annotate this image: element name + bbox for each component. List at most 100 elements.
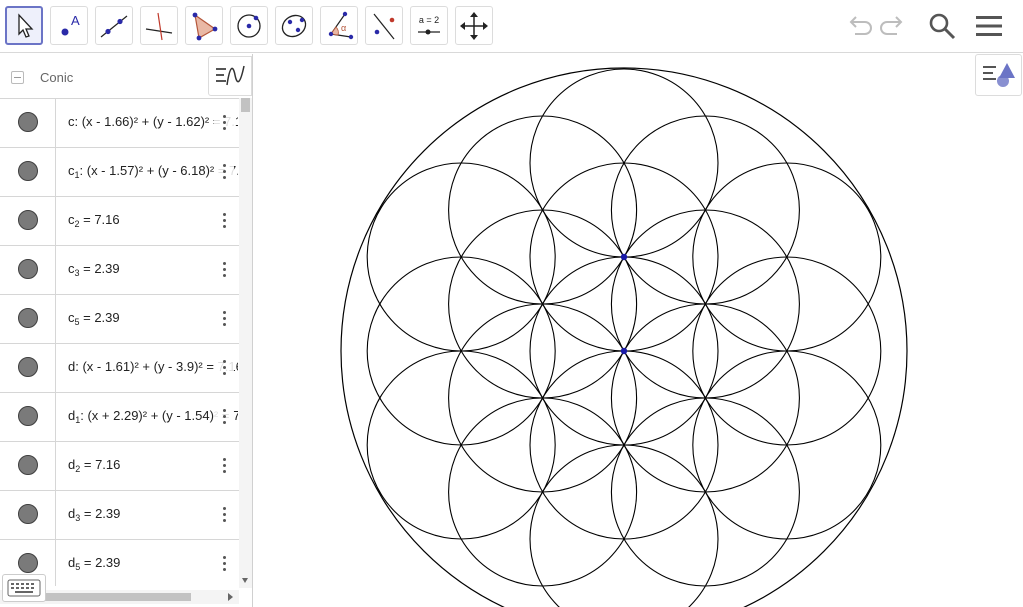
svg-text:α: α <box>341 23 346 33</box>
line-tool-button[interactable] <box>95 6 133 45</box>
toggle-graphics-view-button[interactable] <box>208 56 252 96</box>
more-vertical-icon <box>222 310 226 326</box>
svg-text:A: A <box>71 13 80 28</box>
visibility-cell <box>0 393 56 442</box>
main-menu-button[interactable] <box>971 8 1007 44</box>
row-more-button[interactable] <box>214 357 234 377</box>
algebra-row[interactable]: d2 = 7.16 <box>0 441 239 491</box>
more-vertical-icon <box>222 555 226 571</box>
object-definition[interactable]: d: (x - 1.61)² + (y - 3.9)² = 7.16 <box>68 359 238 376</box>
algebra-row[interactable]: c: (x - 1.66)² + (y - 1.62)² = 7.16 <box>0 98 239 148</box>
outer-circle[interactable] <box>340 67 908 607</box>
undo-icon <box>849 16 872 35</box>
object-definition[interactable]: c2 = 7.16 <box>68 212 238 229</box>
row-more-button[interactable] <box>214 259 234 279</box>
visibility-toggle[interactable] <box>18 455 38 475</box>
ellipse-tool-button[interactable] <box>275 6 313 45</box>
row-more-button[interactable] <box>214 210 234 230</box>
row-more-button[interactable] <box>214 455 234 475</box>
search-button[interactable] <box>924 8 960 44</box>
slider-tool-button[interactable]: a = 2 <box>410 6 448 45</box>
visibility-toggle[interactable] <box>18 553 38 573</box>
graphics-view[interactable] <box>260 54 1023 607</box>
style-bar-icon <box>982 63 1015 87</box>
scroll-down-arrow-icon[interactable] <box>242 578 248 583</box>
line-through-points-icon <box>100 15 128 37</box>
collapse-group-button[interactable] <box>11 71 24 84</box>
visibility-cell <box>0 295 56 344</box>
perpendicular-line-icon <box>145 12 173 40</box>
polygon-tool-button[interactable] <box>185 6 223 45</box>
circle-tool-button[interactable] <box>230 6 268 45</box>
flower-of-life-drawing[interactable] <box>260 54 1023 607</box>
graphics-style-bar-button[interactable] <box>975 54 1022 96</box>
visibility-toggle[interactable] <box>18 357 38 377</box>
move-tool-button[interactable] <box>5 6 43 45</box>
toolbar: A α a = 2 <box>0 0 1023 53</box>
point[interactable] <box>620 347 628 355</box>
object-definition[interactable]: d5 = 2.39 <box>68 555 238 572</box>
perpendicular-tool-button[interactable] <box>140 6 178 45</box>
row-more-button[interactable] <box>214 406 234 426</box>
point-icon: A <box>61 13 80 35</box>
object-expression: = 7.16 <box>80 457 121 472</box>
algebra-row[interactable]: c5 = 2.39 <box>0 294 239 344</box>
more-vertical-icon <box>222 261 226 277</box>
vertical-scrollbar[interactable] <box>239 98 252 588</box>
object-definition[interactable]: c: (x - 1.66)² + (y - 1.62)² = 7.16 <box>68 114 238 131</box>
minus-icon <box>14 77 21 78</box>
object-expression: = 2.39 <box>79 310 120 325</box>
more-vertical-icon <box>222 359 226 375</box>
algebra-row[interactable]: d3 = 2.39 <box>0 490 239 540</box>
object-definition[interactable]: c3 = 2.39 <box>68 261 238 278</box>
horizontal-scroll-thumb[interactable] <box>43 593 191 601</box>
visibility-toggle[interactable] <box>18 504 38 524</box>
visibility-toggle[interactable] <box>18 112 38 132</box>
vertical-scroll-thumb[interactable] <box>241 98 250 112</box>
construction-circle[interactable] <box>529 444 719 607</box>
row-more-button[interactable] <box>214 553 234 573</box>
reflect-about-line-icon <box>373 13 395 39</box>
algebra-row[interactable]: c3 = 2.39 <box>0 245 239 295</box>
reflect-tool-button[interactable] <box>365 6 403 45</box>
object-expression: = 2.39 <box>80 555 121 570</box>
row-more-button[interactable] <box>214 112 234 132</box>
object-definition[interactable]: c1: (x - 1.57)² + (y - 6.18)² = 7.16 <box>68 163 238 180</box>
virtual-keyboard-button[interactable] <box>2 574 46 602</box>
object-definition[interactable]: c5 = 2.39 <box>68 310 238 327</box>
object-definition[interactable]: d3 = 2.39 <box>68 506 238 523</box>
scroll-right-arrow-icon[interactable] <box>228 593 233 601</box>
visibility-toggle[interactable] <box>18 259 38 279</box>
redo-button[interactable] <box>876 8 912 44</box>
keyboard-icon <box>7 579 41 597</box>
more-vertical-icon <box>222 163 226 179</box>
angle-tool-button[interactable]: α <box>320 6 358 45</box>
angle-icon: α <box>328 11 354 39</box>
algebra-group-header: Conic <box>0 54 252 98</box>
point-tool-button[interactable]: A <box>50 6 88 45</box>
object-definition[interactable]: d1: (x + 2.29)² + (y - 1.54)² = 7.16 <box>68 408 238 425</box>
circle-group <box>340 67 908 607</box>
algebra-row[interactable]: d1: (x + 2.29)² + (y - 1.54)² = 7.16 <box>0 392 239 442</box>
algebra-row[interactable]: c1: (x - 1.57)² + (y - 6.18)² = 7.16 <box>0 147 239 197</box>
visibility-cell <box>0 491 56 540</box>
move-graphics-view-icon <box>460 11 488 40</box>
row-more-button[interactable] <box>214 308 234 328</box>
ellipse-icon <box>281 14 307 37</box>
algebra-row[interactable]: d: (x - 1.61)² + (y - 3.9)² = 7.16 <box>0 343 239 393</box>
visibility-toggle[interactable] <box>18 210 38 230</box>
arrow-pointer-icon <box>18 12 34 38</box>
undo-button[interactable] <box>840 8 876 44</box>
visibility-toggle[interactable] <box>18 406 38 426</box>
object-definition[interactable]: d2 = 7.16 <box>68 457 238 474</box>
row-more-button[interactable] <box>214 161 234 181</box>
row-more-button[interactable] <box>214 504 234 524</box>
more-vertical-icon <box>222 457 226 473</box>
algebra-rows: c: (x - 1.66)² + (y - 1.62)² = 7.16 c1: … <box>0 98 239 586</box>
visibility-toggle[interactable] <box>18 308 38 328</box>
visibility-toggle[interactable] <box>18 161 38 181</box>
point[interactable] <box>620 253 628 261</box>
visibility-cell <box>0 197 56 246</box>
move-graphics-tool-button[interactable] <box>455 6 493 45</box>
algebra-row[interactable]: c2 = 7.16 <box>0 196 239 246</box>
